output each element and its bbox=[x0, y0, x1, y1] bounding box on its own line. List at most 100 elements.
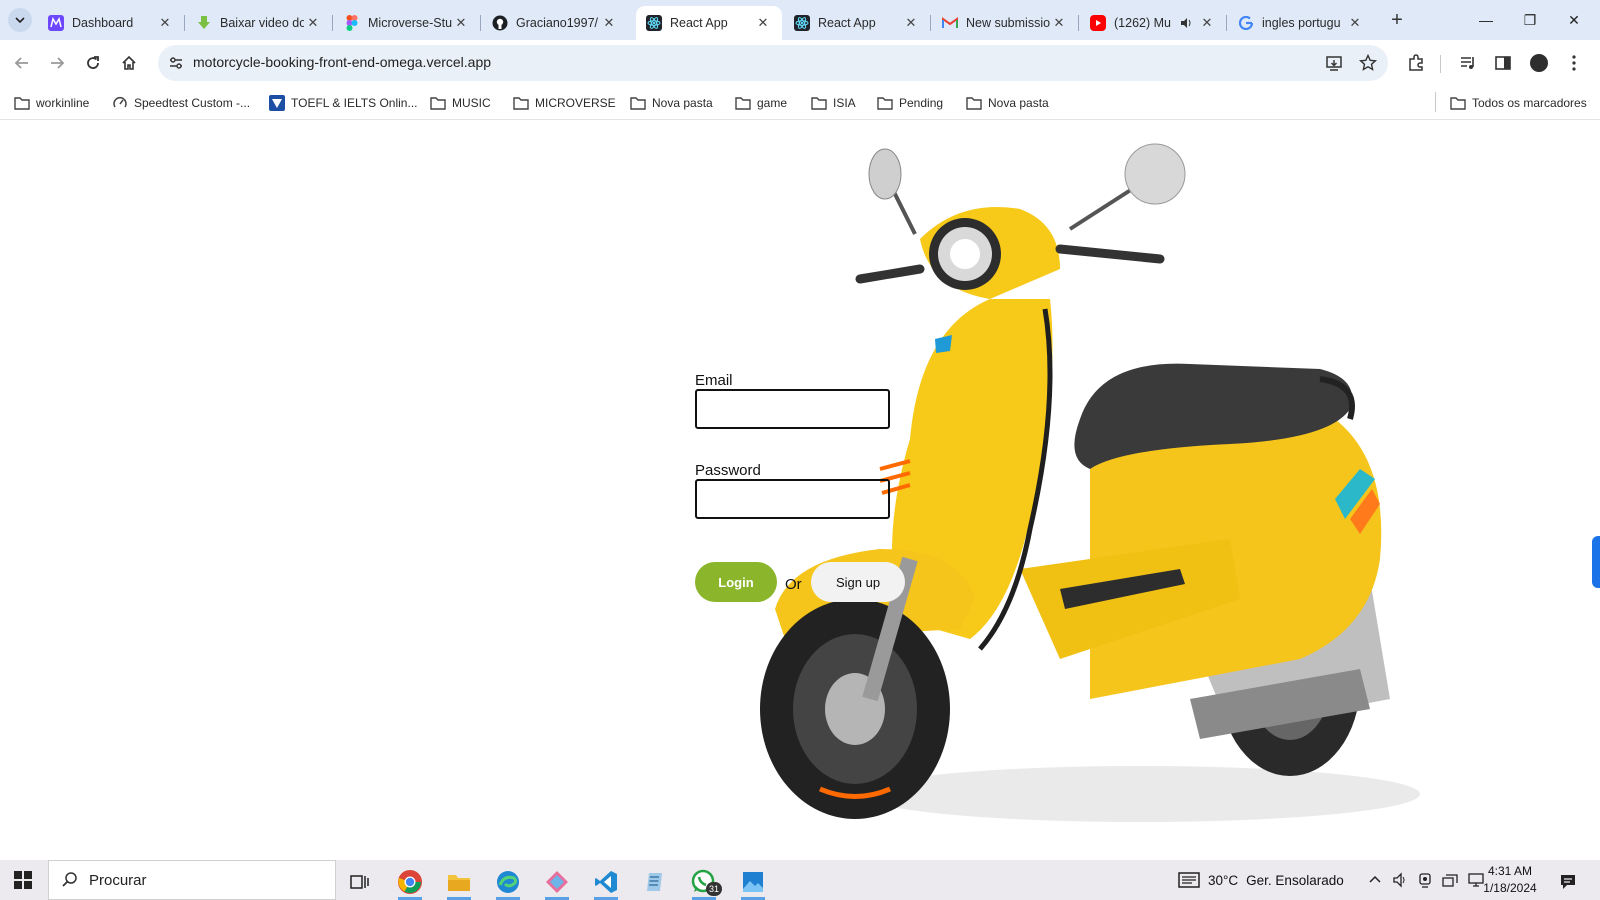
dashboard-favicon-icon bbox=[48, 15, 64, 31]
bookmark-toefl[interactable]: TOEFL & IELTS Onlin... bbox=[269, 93, 418, 113]
taskbar-search-box[interactable]: Procurar bbox=[48, 860, 336, 900]
network-icon[interactable] bbox=[1442, 872, 1458, 888]
tab-separator bbox=[184, 15, 185, 31]
music-queue-icon bbox=[1461, 57, 1474, 69]
signup-button[interactable]: Sign up bbox=[811, 562, 905, 602]
browser-menu-button[interactable] bbox=[1562, 51, 1586, 75]
bookmark-nova-pasta[interactable]: Nova pasta bbox=[630, 93, 713, 113]
volume-icon[interactable] bbox=[1392, 872, 1408, 888]
password-label: Password bbox=[695, 462, 761, 479]
taskbar-clock[interactable]: 4:31 AM 1/18/2024 bbox=[1470, 863, 1550, 897]
home-button[interactable] bbox=[117, 51, 141, 75]
bookmark-microverse[interactable]: MICROVERSE bbox=[513, 93, 616, 113]
install-app-icon[interactable] bbox=[1324, 53, 1344, 73]
tab-search-button[interactable] bbox=[8, 8, 32, 32]
chat-bubble-icon bbox=[1561, 875, 1575, 889]
password-input[interactable] bbox=[695, 479, 890, 519]
tab-title: Graciano1997/ bbox=[516, 16, 599, 30]
all-bookmarks-folder[interactable]: Todos os marcadores bbox=[1450, 93, 1587, 113]
tab-baixar-video[interactable]: Baixar video do ✕ bbox=[186, 6, 333, 40]
close-icon[interactable]: ✕ bbox=[600, 15, 618, 31]
speaker-icon[interactable] bbox=[1178, 15, 1194, 31]
taskbar-photos[interactable] bbox=[733, 864, 773, 900]
folder-icon bbox=[966, 95, 982, 111]
weather-widget[interactable]: 30°C Ger. Ensolarado bbox=[1178, 860, 1344, 900]
search-placeholder: Procurar bbox=[89, 871, 147, 889]
tab-react-app-active[interactable]: React App ✕ bbox=[636, 6, 782, 40]
minimize-button[interactable]: — bbox=[1464, 8, 1508, 32]
tab-google[interactable]: ingles portugu ✕ bbox=[1228, 6, 1374, 40]
close-icon[interactable]: ✕ bbox=[304, 15, 322, 31]
tab-gmail[interactable]: New submissio ✕ bbox=[932, 6, 1079, 40]
bookmark-label: ISIA bbox=[833, 96, 856, 110]
notifications-button[interactable] bbox=[1548, 864, 1588, 900]
tab-dashboard[interactable]: Dashboard ✕ bbox=[38, 6, 185, 40]
tab-react-app[interactable]: React App ✕ bbox=[784, 6, 931, 40]
edge-icon bbox=[497, 871, 519, 893]
bookmark-music[interactable]: MUSIC bbox=[430, 93, 491, 113]
clock-time: 4:31 AM bbox=[1487, 864, 1533, 878]
chevron-up-icon[interactable] bbox=[1368, 873, 1382, 887]
tab-github[interactable]: Graciano1997/ ✕ bbox=[482, 6, 628, 40]
tab-separator bbox=[1226, 15, 1227, 31]
media-controls-button[interactable] bbox=[1456, 51, 1480, 75]
email-label: Email bbox=[695, 372, 733, 389]
side-panel-button[interactable] bbox=[1491, 51, 1515, 75]
tab-title: Dashboard bbox=[72, 16, 134, 30]
bookmark-nova-pasta-2[interactable]: Nova pasta bbox=[966, 93, 1049, 113]
camera-icon[interactable] bbox=[1418, 872, 1432, 888]
tab-title: New submissio bbox=[966, 16, 1050, 30]
tab-youtube[interactable]: (1262) Mu ✕ bbox=[1080, 6, 1227, 40]
tab-figma[interactable]: Microverse-Stu ✕ bbox=[334, 6, 481, 40]
bookmark-pending[interactable]: Pending bbox=[877, 93, 943, 113]
folder-icon bbox=[1450, 95, 1466, 111]
bookmark-isia[interactable]: ISIA bbox=[811, 93, 856, 113]
address-bar[interactable]: motorcycle-booking-front-end-omega.verce… bbox=[158, 45, 1388, 81]
new-tab-button[interactable]: + bbox=[1384, 8, 1410, 34]
bookmark-game[interactable]: game bbox=[735, 93, 787, 113]
taskbar-edge[interactable] bbox=[488, 864, 528, 900]
close-icon[interactable]: ✕ bbox=[1346, 15, 1364, 31]
task-view-button[interactable] bbox=[340, 864, 380, 900]
close-icon[interactable]: ✕ bbox=[1050, 15, 1068, 31]
taskbar-file-explorer[interactable] bbox=[439, 864, 479, 900]
taskbar-vscode[interactable] bbox=[586, 864, 626, 900]
restore-button[interactable]: ❐ bbox=[1508, 8, 1552, 32]
taskbar-notepad[interactable] bbox=[635, 864, 675, 900]
google-favicon-icon bbox=[1238, 15, 1254, 31]
side-panel-handle[interactable] bbox=[1592, 536, 1600, 588]
taskbar-whatsapp[interactable]: 31 bbox=[684, 864, 724, 900]
photos-icon bbox=[743, 872, 763, 892]
close-icon[interactable]: ✕ bbox=[1198, 15, 1216, 31]
bookmark-workinline[interactable]: workinline bbox=[14, 93, 89, 113]
close-icon[interactable]: ✕ bbox=[754, 15, 772, 31]
taskbar-gitkraken[interactable] bbox=[537, 864, 577, 900]
toefl-icon bbox=[269, 95, 285, 111]
react-favicon-icon bbox=[646, 15, 662, 31]
side-panel-icon bbox=[1495, 56, 1511, 70]
profile-button[interactable] bbox=[1527, 51, 1551, 75]
kebab-menu-icon bbox=[1572, 55, 1576, 71]
taskbar-chrome[interactable] bbox=[390, 864, 430, 900]
extensions-button[interactable] bbox=[1404, 51, 1428, 75]
url-text: motorcycle-booking-front-end-omega.verce… bbox=[193, 54, 492, 70]
tab-separator bbox=[1078, 15, 1079, 31]
bookmark-speedtest[interactable]: Speedtest Custom -... bbox=[112, 93, 250, 113]
folder-icon bbox=[811, 95, 827, 111]
forward-button[interactable] bbox=[45, 51, 69, 75]
window-close-button[interactable]: ✕ bbox=[1552, 8, 1596, 32]
back-button[interactable] bbox=[10, 51, 34, 75]
email-input[interactable] bbox=[695, 389, 890, 429]
folder-icon bbox=[513, 95, 529, 111]
bookmark-star-icon[interactable] bbox=[1358, 53, 1378, 73]
bookmark-label: Speedtest Custom -... bbox=[134, 96, 251, 110]
close-icon[interactable]: ✕ bbox=[452, 15, 470, 31]
vscode-icon bbox=[595, 871, 617, 893]
site-info-icon[interactable] bbox=[168, 55, 184, 71]
reload-button[interactable] bbox=[81, 51, 105, 75]
login-button[interactable]: Login bbox=[695, 562, 777, 602]
bookmark-label: TOEFL & IELTS Onlin... bbox=[291, 96, 418, 110]
windows-start-icon[interactable] bbox=[14, 871, 32, 889]
close-icon[interactable]: ✕ bbox=[156, 15, 174, 31]
close-icon[interactable]: ✕ bbox=[902, 15, 920, 31]
